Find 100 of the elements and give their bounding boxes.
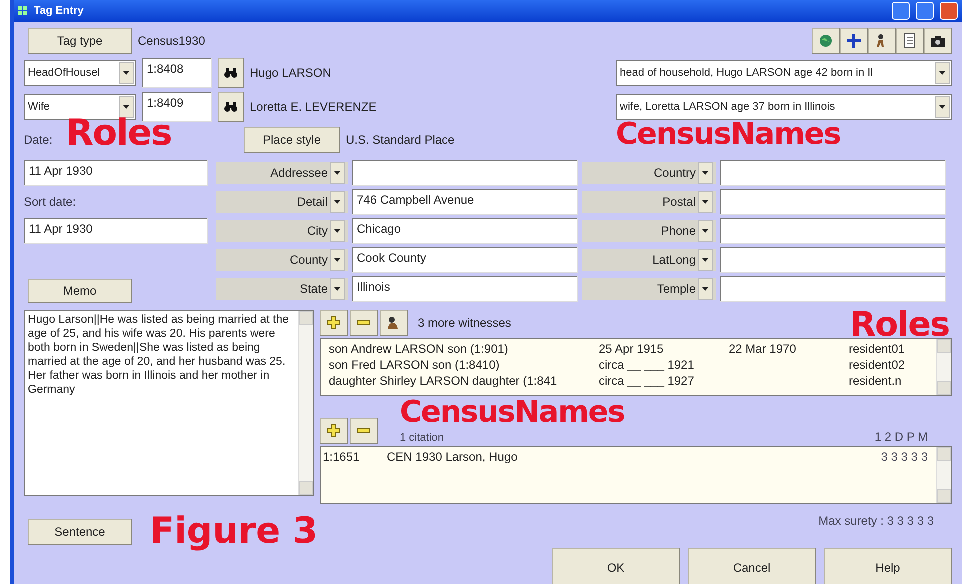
annotation-label: CensusNames bbox=[400, 398, 625, 428]
witness-name: daughter Shirley LARSON daughter (1:841 bbox=[329, 374, 558, 388]
census-name-combo[interactable]: wife, Loretta LARSON age 37 born in Illinois bbox=[616, 94, 952, 120]
place-style-value: U.S. Standard Place bbox=[346, 133, 455, 147]
close-button[interactable] bbox=[940, 2, 958, 20]
id-field[interactable]: 1:8409 bbox=[142, 92, 212, 122]
dropdown-arrow-icon[interactable] bbox=[702, 258, 709, 262]
dialog-button[interactable]: Help bbox=[824, 548, 952, 584]
dropdown-arrow-icon[interactable] bbox=[334, 170, 341, 174]
toolbar-button[interactable] bbox=[924, 28, 952, 54]
dropdown-arrow-icon[interactable] bbox=[702, 228, 709, 232]
plus-icon bbox=[846, 33, 862, 49]
binoculars-icon bbox=[224, 67, 238, 79]
person-name: Hugo LARSON bbox=[250, 66, 332, 80]
role-combo[interactable]: HeadOfHousel bbox=[24, 60, 136, 86]
place-style-button[interactable]: Place style bbox=[244, 127, 340, 153]
annotation-label: Figure 3 bbox=[150, 514, 318, 550]
window-title: Tag Entry bbox=[34, 5, 85, 17]
place-field[interactable]: Illinois bbox=[352, 276, 578, 302]
place-field[interactable] bbox=[352, 160, 578, 186]
dropdown-arrow-icon[interactable] bbox=[702, 200, 709, 204]
scrollbar[interactable] bbox=[298, 311, 313, 495]
minus-icon bbox=[357, 428, 371, 434]
toolbar-button[interactable] bbox=[868, 28, 896, 54]
census-name-combo[interactable]: head of household, Hugo LARSON age 42 born in Il bbox=[616, 60, 952, 86]
dialog-button[interactable]: OK bbox=[552, 548, 680, 584]
scrollbar[interactable] bbox=[936, 447, 951, 503]
dropdown-arrow-icon[interactable] bbox=[939, 71, 946, 75]
camera-icon bbox=[930, 33, 946, 49]
sentence-button[interactable]: Sentence bbox=[28, 519, 132, 545]
sort-date-field[interactable]: 11 Apr 1930 bbox=[24, 218, 208, 244]
binoculars-icon bbox=[224, 101, 238, 113]
place-field[interactable]: Cook County bbox=[352, 246, 578, 272]
place-label[interactable]: LatLong bbox=[582, 248, 716, 270]
place-field[interactable] bbox=[720, 218, 946, 244]
memo-button[interactable]: Memo bbox=[28, 279, 132, 303]
id-field[interactable]: 1:8408 bbox=[142, 58, 212, 88]
place-field[interactable]: 746 Campbell Avenue bbox=[352, 188, 578, 214]
toolbar-button[interactable] bbox=[896, 28, 924, 54]
date-label: Date: bbox=[24, 133, 54, 147]
place-field[interactable] bbox=[720, 188, 946, 214]
place-label[interactable]: Phone bbox=[582, 220, 716, 242]
tag-type-value: Census1930 bbox=[138, 34, 206, 48]
place-label[interactable]: Country bbox=[582, 162, 716, 184]
maximize-button[interactable] bbox=[916, 2, 934, 20]
witness-name: son Fred LARSON son (1:8410) bbox=[329, 358, 501, 372]
witness-date: circa __ ___ 1921 bbox=[599, 358, 696, 372]
dialog-button[interactable]: Cancel bbox=[688, 548, 816, 584]
place-label[interactable]: City bbox=[216, 220, 348, 242]
minimize-button[interactable] bbox=[892, 2, 910, 20]
witness-role: resident01 bbox=[849, 342, 906, 356]
dropdown-arrow-icon[interactable] bbox=[334, 228, 341, 232]
sort-date-label: Sort date: bbox=[24, 194, 78, 208]
witness-role: resident02 bbox=[849, 358, 906, 372]
place-field[interactable] bbox=[720, 160, 946, 186]
annotation-label: Roles bbox=[850, 308, 950, 342]
plus-icon bbox=[327, 424, 341, 438]
find-button[interactable] bbox=[218, 58, 244, 88]
plus-icon bbox=[327, 316, 341, 330]
person-name: Loretta E. LEVERENZE bbox=[250, 100, 377, 114]
add-witness-button[interactable] bbox=[320, 310, 348, 336]
place-label[interactable]: Postal bbox=[582, 190, 716, 212]
minus-icon bbox=[357, 320, 371, 326]
place-label[interactable]: Temple bbox=[582, 278, 716, 300]
globe-icon bbox=[818, 33, 834, 49]
remove-citation-button[interactable] bbox=[350, 418, 378, 444]
dropdown-arrow-icon[interactable] bbox=[123, 71, 130, 75]
place-field[interactable]: Chicago bbox=[352, 218, 578, 244]
witness-name: son Andrew LARSON son (1:901) bbox=[329, 342, 510, 356]
dropdown-arrow-icon[interactable] bbox=[702, 286, 709, 290]
dropdown-arrow-icon[interactable] bbox=[334, 286, 341, 290]
place-label[interactable]: State bbox=[216, 278, 348, 300]
place-label[interactable]: Detail bbox=[216, 190, 348, 212]
document-icon bbox=[902, 33, 918, 49]
citation-id: 1:1651 bbox=[323, 450, 361, 464]
add-citation-button[interactable] bbox=[320, 418, 348, 444]
max-surety: Max surety : 3 3 3 3 3 bbox=[818, 514, 934, 528]
dropdown-arrow-icon[interactable] bbox=[939, 105, 946, 109]
date-field[interactable]: 11 Apr 1930 bbox=[24, 160, 208, 186]
memo-field[interactable]: Hugo Larson||He was listed as being married at the age of 25, and his wife was 20. His parents were both born in Sweden||She was listed as being married at the age of 20, and her husband was 25. Her father was born in Illinois and her mother in Germany bbox=[24, 310, 314, 496]
remove-witness-button[interactable] bbox=[350, 310, 378, 336]
place-field[interactable] bbox=[720, 246, 946, 272]
dropdown-arrow-icon[interactable] bbox=[334, 258, 341, 262]
tag-type-button[interactable]: Tag type bbox=[28, 28, 132, 54]
place-label[interactable]: Addressee bbox=[216, 162, 348, 184]
dropdown-arrow-icon[interactable] bbox=[334, 200, 341, 204]
toolbar-button[interactable] bbox=[840, 28, 868, 54]
citation-count: 1 citation bbox=[400, 432, 444, 444]
place-field[interactable] bbox=[720, 276, 946, 302]
dropdown-arrow-icon[interactable] bbox=[123, 105, 130, 109]
scrollbar[interactable] bbox=[936, 339, 951, 395]
witness-date: 25 Apr 1915 bbox=[599, 342, 665, 356]
app-icon bbox=[18, 6, 28, 16]
witness-role: resident.n bbox=[849, 374, 903, 388]
dropdown-arrow-icon[interactable] bbox=[702, 170, 709, 174]
witness-person-button[interactable] bbox=[380, 310, 408, 336]
citation-title: CEN 1930 Larson, Hugo bbox=[387, 450, 519, 464]
annotation-label: CensusNames bbox=[616, 120, 841, 150]
place-label[interactable]: County bbox=[216, 248, 348, 270]
find-button[interactable] bbox=[218, 92, 244, 122]
